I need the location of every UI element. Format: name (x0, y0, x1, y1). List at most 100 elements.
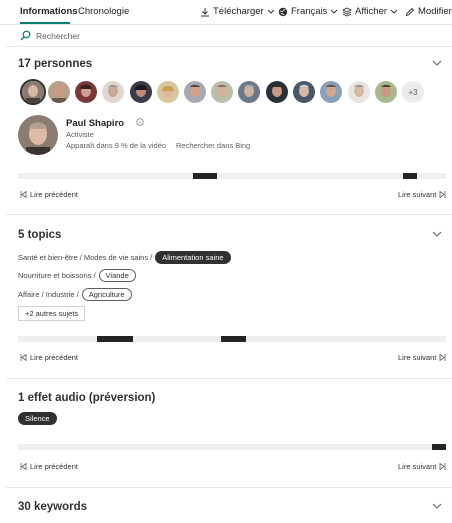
timeline-segment[interactable] (432, 444, 446, 450)
face-icon (130, 81, 152, 103)
selected-person-name[interactable]: Paul Shapiro (66, 118, 124, 129)
play-next-button[interactable]: Lire suivant (398, 353, 446, 362)
collapse-chevron-icon[interactable] (432, 60, 442, 67)
collapse-chevron-icon[interactable] (432, 503, 442, 510)
play-previous-label: Lire précédent (30, 190, 78, 199)
face-icon (75, 81, 97, 103)
layers-icon (342, 6, 352, 17)
topbar-divider (0, 24, 452, 25)
globe-icon (278, 7, 288, 16)
person-avatar[interactable] (211, 81, 233, 103)
timeline-segment[interactable] (97, 336, 133, 342)
person-avatar[interactable] (293, 81, 315, 103)
keywords-title: 30 keywords (18, 501, 88, 513)
search-bing-link[interactable]: Rechercher dans Bing (176, 141, 250, 150)
view-label: Afficher (355, 6, 388, 17)
people-timeline[interactable] (18, 173, 446, 179)
person-avatar[interactable] (130, 81, 152, 103)
timeline-segment[interactable] (403, 173, 417, 179)
audio-chip[interactable]: Silence (18, 412, 57, 425)
language-button[interactable]: Français (278, 6, 338, 17)
chevron-down-icon (390, 9, 398, 14)
play-next-button[interactable]: Lire suivant (398, 462, 446, 471)
tab-informations[interactable]: Informations (20, 6, 78, 17)
person-avatar[interactable] (266, 81, 288, 103)
more-topics-button[interactable]: +2 autres sujets (18, 306, 86, 321)
topic-row: Affaire / Industrie / Agriculture (18, 288, 132, 301)
play-next-label: Lire suivant (398, 462, 437, 471)
play-next-label: Lire suivant (398, 353, 437, 362)
play-next-button[interactable]: Lire suivant (398, 190, 446, 199)
download-label: Télécharger (213, 6, 264, 17)
topic-path: Santé et bien-être / Modes de vie sains … (18, 253, 153, 262)
face-icon (211, 81, 233, 103)
info-icon[interactable] (136, 118, 144, 126)
play-next-label: Lire suivant (398, 190, 437, 199)
edit-label: Modifier (418, 6, 452, 17)
timeline-segment[interactable] (193, 173, 217, 179)
selected-person-role: Activiste (66, 130, 94, 139)
topic-chip[interactable]: Alimentation saine (155, 251, 231, 264)
audio-chip-row: Silence (18, 412, 57, 425)
edit-button[interactable]: Modifier (405, 6, 452, 17)
search-placeholder: Rechercher (36, 30, 80, 41)
play-previous-button[interactable]: Lire précédent (20, 190, 78, 199)
face-icon (184, 81, 206, 103)
topic-chip[interactable]: Viande (98, 269, 136, 282)
topic-path: Affaire / Industrie / (18, 290, 79, 299)
chevron-down-icon (267, 9, 275, 14)
skip-previous-icon (20, 354, 27, 361)
person-avatar[interactable] (157, 81, 179, 103)
play-previous-label: Lire précédent (30, 353, 78, 362)
chevron-down-icon (331, 9, 338, 14)
language-label: Français (291, 6, 328, 17)
download-button[interactable]: Télécharger (200, 6, 275, 17)
skip-previous-icon (20, 191, 27, 198)
appearance-percentage: Apparaît dans 9 % de la vidéo (66, 141, 167, 150)
face-icon (157, 81, 179, 103)
face-icon (293, 81, 315, 103)
topic-path: Nourriture et boissons / (18, 271, 96, 280)
face-icon (102, 81, 124, 103)
divider (6, 214, 452, 215)
people-title: 17 personnes (18, 58, 93, 70)
search-field[interactable]: Rechercher (20, 30, 80, 41)
pencil-icon (405, 7, 415, 16)
collapse-chevron-icon[interactable] (432, 231, 442, 238)
audio-timeline[interactable] (18, 444, 446, 450)
person-avatar[interactable] (184, 81, 206, 103)
face-icon (48, 81, 70, 103)
person-avatar[interactable] (75, 81, 97, 103)
face-icon (375, 81, 397, 103)
selected-person-photo (18, 115, 58, 155)
skip-previous-icon (20, 463, 27, 470)
play-previous-button[interactable]: Lire précédent (20, 462, 78, 471)
topics-timeline[interactable] (18, 336, 446, 342)
face-icon (18, 115, 58, 155)
tab-chronologie[interactable]: Chronologie (78, 6, 129, 17)
play-previous-label: Lire précédent (30, 462, 78, 471)
person-avatar[interactable] (375, 81, 397, 103)
view-button[interactable]: Afficher (342, 6, 398, 17)
person-avatar[interactable] (48, 81, 70, 103)
face-icon (348, 81, 370, 103)
skip-next-icon (439, 463, 446, 470)
person-avatar[interactable] (320, 81, 342, 103)
person-avatar[interactable] (238, 81, 260, 103)
person-avatar[interactable] (348, 81, 370, 103)
search-icon (20, 30, 31, 41)
divider (6, 378, 452, 379)
divider (6, 487, 452, 488)
topic-chip[interactable]: Agriculture (81, 288, 132, 301)
skip-next-icon (439, 191, 446, 198)
person-avatar[interactable] (20, 79, 46, 105)
more-people-button[interactable]: +3 (402, 81, 424, 103)
face-icon (320, 81, 342, 103)
timeline-segment[interactable] (221, 336, 246, 342)
person-avatar[interactable] (102, 81, 124, 103)
topics-title: 5 topics (18, 229, 62, 241)
play-previous-button[interactable]: Lire précédent (20, 353, 78, 362)
divider (6, 46, 452, 47)
skip-next-icon (439, 354, 446, 361)
audio-title: 1 effet audio (préversion) (18, 392, 156, 404)
